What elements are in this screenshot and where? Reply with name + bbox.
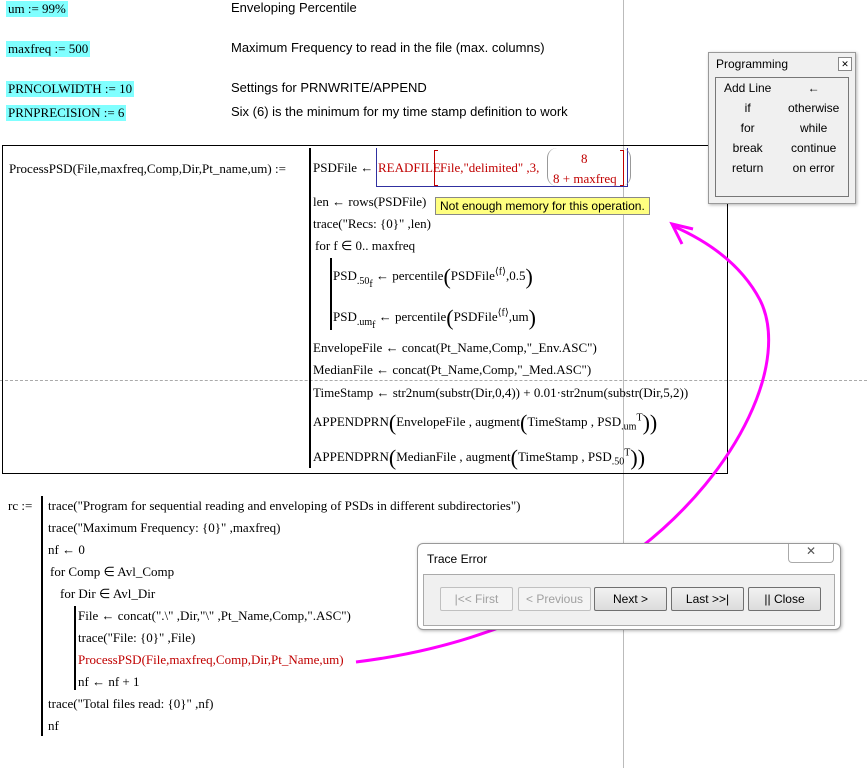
previous-button[interactable]: < Previous — [518, 587, 591, 611]
palette-on-error[interactable]: on error — [779, 158, 848, 178]
palette-local-assign[interactable]: ← — [779, 78, 848, 98]
palette-for[interactable]: for — [716, 118, 779, 138]
last-button[interactable]: Last >>| — [671, 587, 744, 611]
palette-return[interactable]: return — [716, 158, 779, 178]
first-button[interactable]: |<< First — [440, 587, 513, 611]
trace-error-dialog: Trace Error ✕ |<< First < Previous Next … — [417, 543, 841, 630]
palette-if[interactable]: if — [716, 98, 779, 118]
palette-break[interactable]: break — [716, 138, 779, 158]
close-icon[interactable]: ✕ — [788, 544, 834, 563]
palette-otherwise[interactable]: otherwise — [779, 98, 848, 118]
trace-dialog-title: Trace Error — [427, 552, 488, 566]
palette-continue[interactable]: continue — [779, 138, 848, 158]
palette-title: Programming — [716, 57, 789, 71]
programming-palette: Programming ✕ Add Line ← if otherwise for w… — [708, 52, 856, 204]
close-button[interactable]: || Close — [748, 587, 821, 611]
close-icon[interactable]: ✕ — [838, 57, 852, 71]
palette-add-line[interactable]: Add Line — [716, 78, 779, 98]
palette-while[interactable]: while — [779, 118, 848, 138]
next-button[interactable]: Next > — [594, 587, 667, 611]
